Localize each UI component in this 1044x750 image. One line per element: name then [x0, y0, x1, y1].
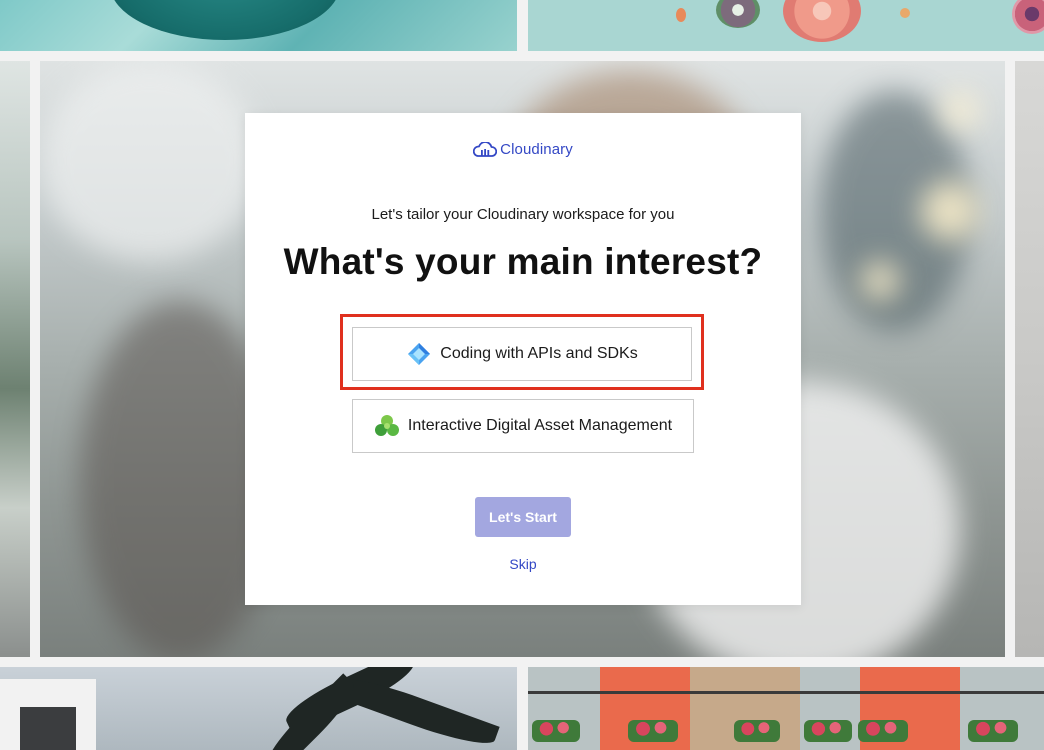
diamond-code-icon [406, 341, 432, 367]
onboarding-dialog: Cloudinary Let's tailor your Cloudinary … [245, 113, 801, 605]
background-photo-pool [0, 0, 517, 51]
background-photo-palm [0, 667, 517, 750]
logo-text: Cloudinary [500, 141, 573, 158]
dialog-title: What's your main interest? [283, 241, 763, 282]
cloudinary-logo: Cloudinary [245, 141, 801, 158]
option-coding-apis-sdks[interactable]: Coding with APIs and SDKs [352, 327, 692, 381]
background-photo-building [528, 667, 1044, 750]
background-photo-wall [1015, 61, 1044, 657]
option-label: Coding with APIs and SDKs [440, 345, 638, 362]
cloud-logo-icon [473, 141, 498, 158]
option-label: Interactive Digital Asset Management [407, 417, 673, 434]
dialog-subtitle: Let's tailor your Cloudinary workspace f… [371, 206, 675, 223]
lets-start-button[interactable]: Let's Start [475, 497, 571, 537]
option-digital-asset-management[interactable]: Interactive Digital Asset Management [352, 399, 694, 453]
cubes-icon [374, 413, 400, 439]
skip-link[interactable]: Skip [245, 556, 801, 572]
background-photo-flowers [528, 0, 1044, 51]
background-photo-plant [0, 61, 30, 657]
